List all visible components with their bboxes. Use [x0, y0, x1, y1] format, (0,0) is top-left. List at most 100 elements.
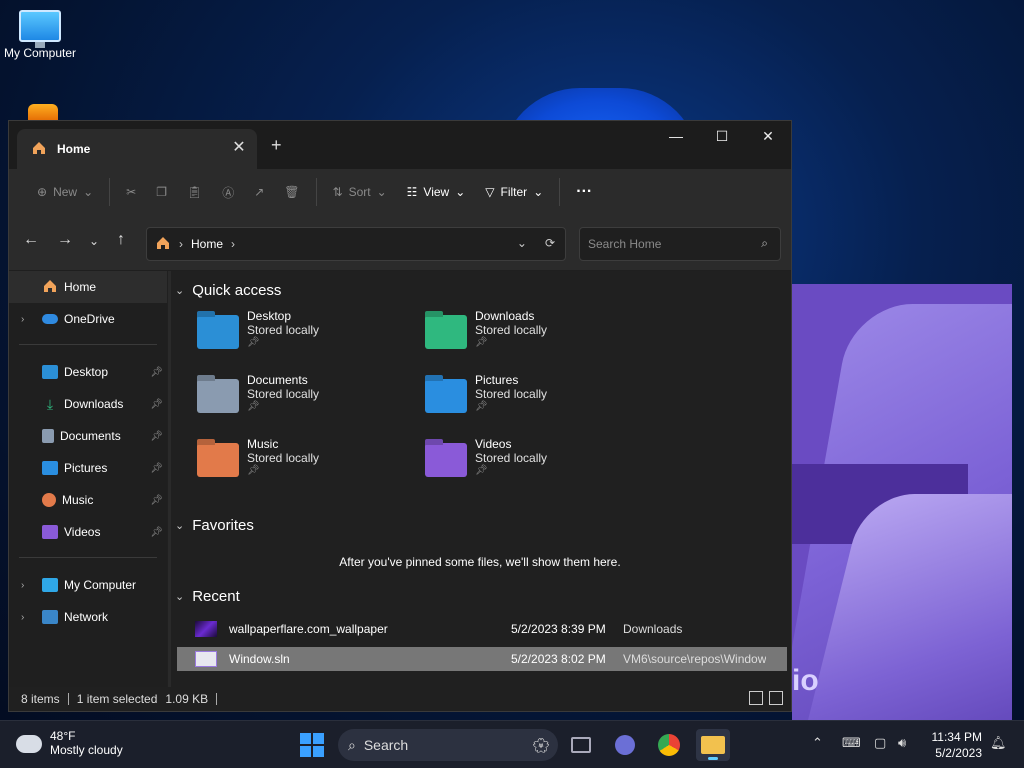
section-recent[interactable]: ⌄ Recent [175, 585, 240, 607]
cut-button[interactable]: ✂ [116, 176, 146, 208]
notification-icon[interactable]: 🔔︎ [990, 735, 1007, 751]
volume-icon[interactable]: 🔊︎ [898, 735, 906, 751]
sort-button[interactable]: ⇅ Sort ⌄ [323, 176, 397, 208]
divider [19, 557, 157, 558]
sidebar-item-my-computer[interactable]: › My Computer [9, 569, 167, 601]
breadcrumb-chevron-icon[interactable]: › [231, 237, 235, 251]
back-icon[interactable]: ← [23, 231, 39, 249]
chrome-button[interactable] [652, 729, 686, 761]
search-box[interactable]: ⌕ [579, 227, 781, 261]
search-highlight-icon: 🌸︎ [532, 736, 550, 753]
file-location: Downloads [623, 622, 683, 636]
computer-icon [42, 578, 58, 592]
show-hidden-icons-chevron-icon[interactable]: ⌃ [812, 735, 823, 751]
selection-size: 1.09 KB [165, 692, 209, 706]
sidebar-item-videos[interactable]: Videos 📌︎ [9, 516, 167, 548]
weather-desc: Mostly cloudy [50, 743, 123, 757]
maximize-icon[interactable]: ☐ [699, 121, 745, 151]
filter-button[interactable]: ▽ Filter ⌄ [475, 176, 553, 208]
paste-button[interactable]: 📋︎ [177, 176, 212, 208]
recent-row-selected[interactable]: Window.sln 5/2/2023 8:02 PM VM6\source\r… [177, 647, 787, 671]
sidebar-item-network[interactable]: › Network [9, 601, 167, 633]
network-status-icon[interactable]: ▢ [874, 735, 886, 751]
minimize-icon[interactable]: — [653, 121, 699, 151]
quick-access-item[interactable]: Documents Stored locally 📌︎ [197, 373, 417, 429]
details-view-icon[interactable] [749, 691, 763, 705]
sidebar-item-home[interactable]: Home [9, 271, 167, 303]
new-button[interactable]: ⊕ New ⌄ [27, 176, 103, 208]
file-explorer-button[interactable] [696, 729, 730, 761]
tab-home[interactable]: Home ✕ [17, 129, 257, 169]
keyboard-icon[interactable]: ⌨ [842, 735, 861, 751]
search-icon[interactable]: ⌕ [761, 236, 768, 251]
sidebar-item-music[interactable]: Music 📌︎ [9, 484, 167, 516]
sidebar-item-documents[interactable]: Documents 📌︎ [9, 420, 167, 452]
favorites-empty-message: After you've pinned some files, we'll sh… [339, 555, 621, 569]
collapse-chevron-icon[interactable]: ⌄ [175, 519, 184, 532]
view-button[interactable]: ☷ View ⌄ [397, 176, 476, 208]
section-quick-access[interactable]: ⌄ Quick access [175, 279, 281, 301]
quick-access-item[interactable]: Pictures Stored locally 📌︎ [425, 373, 645, 429]
breadcrumb-chevron-icon[interactable]: › [179, 237, 183, 251]
navigation-pane: Home › OneDrive Desktop 📌︎ ⤓ Downloads 📌… [9, 271, 171, 687]
quick-access-item[interactable]: Desktop Stored locally 📌︎ [197, 309, 417, 365]
forward-icon[interactable]: → [57, 231, 73, 249]
up-icon[interactable]: ↑ [117, 231, 125, 249]
rename-button[interactable]: Ⓐ [212, 176, 244, 208]
download-icon: ⤓ [46, 396, 54, 412]
quick-access-item[interactable]: Downloads Stored locally 📌︎ [425, 309, 645, 365]
chrome-icon [658, 734, 680, 756]
explorer-body: Home › OneDrive Desktop 📌︎ ⤓ Downloads 📌… [9, 271, 791, 687]
tiles-view-icon[interactable] [769, 691, 783, 705]
sidebar-item-desktop[interactable]: Desktop 📌︎ [9, 356, 167, 388]
share-icon: ↗ [254, 185, 265, 199]
recent-locations-icon[interactable]: ⌄ [89, 234, 99, 248]
start-button[interactable] [300, 733, 324, 757]
collapse-chevron-icon[interactable]: ⌄ [175, 590, 184, 603]
share-button[interactable]: ↗ [244, 176, 274, 208]
sidebar-item-label: Music [62, 493, 94, 507]
weather-widget[interactable]: 48°F Mostly cloudy [14, 729, 123, 757]
expand-chevron-icon[interactable]: › [21, 612, 24, 623]
breadcrumb-home[interactable]: Home [191, 237, 223, 251]
quick-access-item[interactable]: Music Stored locally 📌︎ [197, 437, 417, 493]
sidebar-item-onedrive[interactable]: › OneDrive [9, 303, 167, 335]
collapse-chevron-icon[interactable]: ⌄ [175, 284, 184, 297]
delete-button[interactable]: 🗑︎ [274, 176, 309, 208]
item-name: Videos [475, 437, 512, 451]
pin-icon: 📌︎ [150, 398, 163, 410]
task-view-button[interactable] [564, 729, 598, 761]
status-bar: 8 items 1 item selected 1.09 KB [9, 687, 791, 711]
quick-access-item[interactable]: Videos Stored locally 📌︎ [425, 437, 645, 493]
taskbar: 48°F Mostly cloudy ⌕ Search 🌸︎ ⌃ ⌨ ▢ 🔊︎ … [0, 720, 1024, 768]
copy-button[interactable]: ❐ [146, 176, 177, 208]
windows-logo-icon [313, 746, 324, 757]
close-tab-icon[interactable]: ✕ [229, 137, 249, 157]
pin-icon: 📌︎ [475, 401, 488, 412]
close-window-icon[interactable]: ✕ [745, 121, 791, 151]
address-dropdown-icon[interactable]: ⌄ [517, 236, 527, 250]
recent-row[interactable]: wallpaperflare.com_wallpaper 5/2/2023 8:… [177, 617, 787, 641]
sidebar-item-pictures[interactable]: Pictures 📌︎ [9, 452, 167, 484]
search-input[interactable] [588, 237, 748, 251]
address-bar[interactable]: › Home › ⌄ ⟳ [146, 227, 566, 261]
section-favorites[interactable]: ⌄ Favorites [175, 514, 254, 536]
item-count: 8 items [21, 692, 60, 706]
sidebar-item-downloads[interactable]: ⤓ Downloads 📌︎ [9, 388, 167, 420]
taskbar-search[interactable]: ⌕ Search 🌸︎ [338, 729, 558, 761]
new-tab-icon[interactable]: + [271, 135, 282, 156]
teams-chat-button[interactable] [608, 729, 642, 761]
more-options-button[interactable]: ··· [566, 176, 602, 208]
desktop-icon-my-computer[interactable]: My Computer [0, 10, 80, 60]
refresh-icon[interactable]: ⟳ [545, 236, 555, 250]
file-date: 5/2/2023 8:39 PM [511, 622, 606, 636]
view-list-icon: ☷ [406, 185, 418, 199]
expand-chevron-icon[interactable]: › [21, 314, 24, 325]
expand-chevron-icon[interactable]: › [21, 580, 24, 591]
section-title: Recent [192, 587, 240, 605]
tab-bar: Home ✕ + — ☐ ✕ [9, 121, 791, 169]
item-name: Downloads [475, 309, 535, 323]
pin-icon: 📌︎ [150, 462, 163, 474]
clock[interactable]: 11:34 PM 5/2/2023 [926, 729, 982, 761]
tab-title: Home [57, 142, 91, 156]
